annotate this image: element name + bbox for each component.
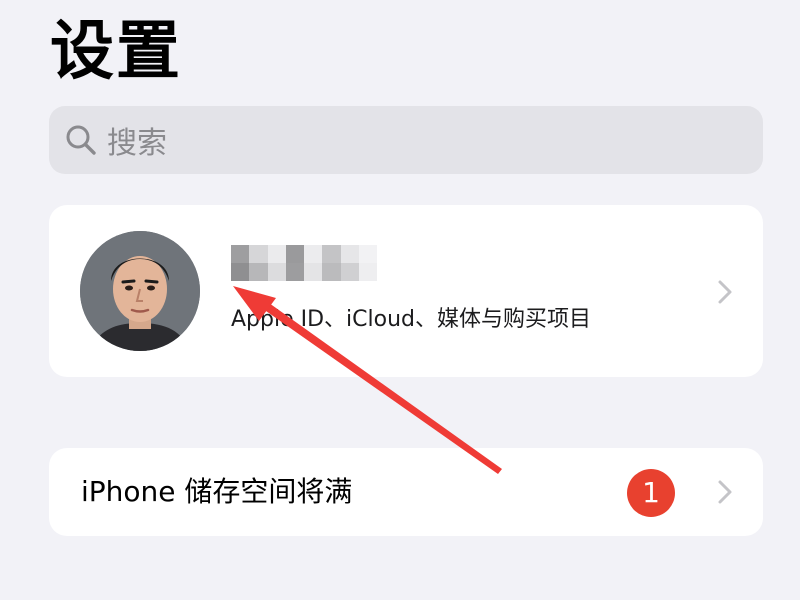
storage-alert-label: iPhone 储存空间将满: [81, 475, 353, 508]
chevron-right-icon: [718, 480, 732, 504]
redaction-pixel: [285, 263, 304, 281]
profile-name-redacted: [231, 245, 377, 281]
redaction-pixel: [304, 245, 323, 263]
search-bar[interactable]: 搜索: [49, 106, 763, 174]
profile-subtitle: Apple ID、iCloud、媒体与购买项目: [231, 307, 592, 332]
search-icon: [66, 125, 96, 155]
redaction-pixel: [358, 263, 377, 281]
redaction-pixel: [304, 263, 323, 281]
redaction-pixel: [267, 263, 286, 281]
search-placeholder: 搜索: [107, 126, 167, 161]
avatar: [80, 231, 200, 351]
redaction-pixel: [358, 245, 377, 263]
redaction-pixel: [285, 245, 304, 263]
redaction-pixel: [249, 245, 268, 263]
redaction-pixel: [322, 263, 341, 281]
redaction-pixel: [340, 245, 359, 263]
apple-id-profile-row[interactable]: Apple ID、iCloud、媒体与购买项目: [49, 205, 763, 377]
redaction-pixel: [231, 245, 250, 263]
redaction-pixel: [249, 263, 268, 281]
redaction-pixel: [340, 263, 359, 281]
chevron-right-icon: [718, 280, 732, 304]
redaction-pixel: [267, 245, 286, 263]
page-title: 设置: [50, 15, 182, 89]
storage-alert-row[interactable]: iPhone 储存空间将满 1: [49, 448, 763, 536]
redaction-pixel: [322, 245, 341, 263]
notification-badge: 1: [627, 469, 675, 517]
redaction-pixel: [231, 263, 250, 281]
